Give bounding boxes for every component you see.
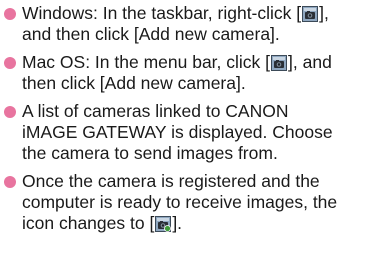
registered-text-end: ].: [172, 213, 183, 233]
windows-text-start: Windows: In the taskbar, right-click [: [22, 3, 302, 23]
text-line: Mac OS: In the menu bar, click [ ], and: [22, 52, 388, 73]
text-line: A list of cameras linked to CANON: [22, 101, 289, 121]
camera-ready-icon: [155, 216, 172, 232]
registered-text-start: icon changes to [: [22, 213, 155, 233]
mac-text-start: Mac OS: In the menu bar, click [: [22, 52, 271, 72]
list-item-text: Windows: In the taskbar, right-click [],…: [22, 3, 388, 45]
windows-text-end: ],: [319, 3, 329, 23]
camera-connect-icon: [302, 6, 319, 22]
text-line: Windows: In the taskbar, right-click [],: [22, 3, 388, 24]
list-item-text: Once the camera is registered and the co…: [22, 171, 388, 234]
text-line: iMAGE GATEWAY is displayed. Choose: [22, 122, 333, 142]
list-item-text: A list of cameras linked to CANON iMAGE …: [22, 101, 388, 164]
text-line: then click [Add new camera].: [22, 73, 246, 93]
bullet-dot: [4, 57, 16, 69]
bullet-dot: [4, 176, 16, 188]
list-item-text: Mac OS: In the menu bar, click [ ], and t…: [22, 52, 388, 94]
bullet-dot: [4, 106, 16, 118]
text-line: and then click [Add new camera].: [22, 24, 280, 44]
instruction-list: Windows: In the taskbar, right-click [],…: [0, 0, 389, 267]
text-line: computer is ready to receive images, the: [22, 192, 338, 212]
bullet-dot: [4, 8, 16, 20]
camera-connect-icon: [271, 55, 288, 71]
mac-text-end: ], and: [288, 52, 332, 72]
text-line: the camera to send images from.: [22, 143, 278, 163]
text-line: Once the camera is registered and the: [22, 171, 320, 191]
text-line: icon changes to [].: [22, 213, 388, 234]
